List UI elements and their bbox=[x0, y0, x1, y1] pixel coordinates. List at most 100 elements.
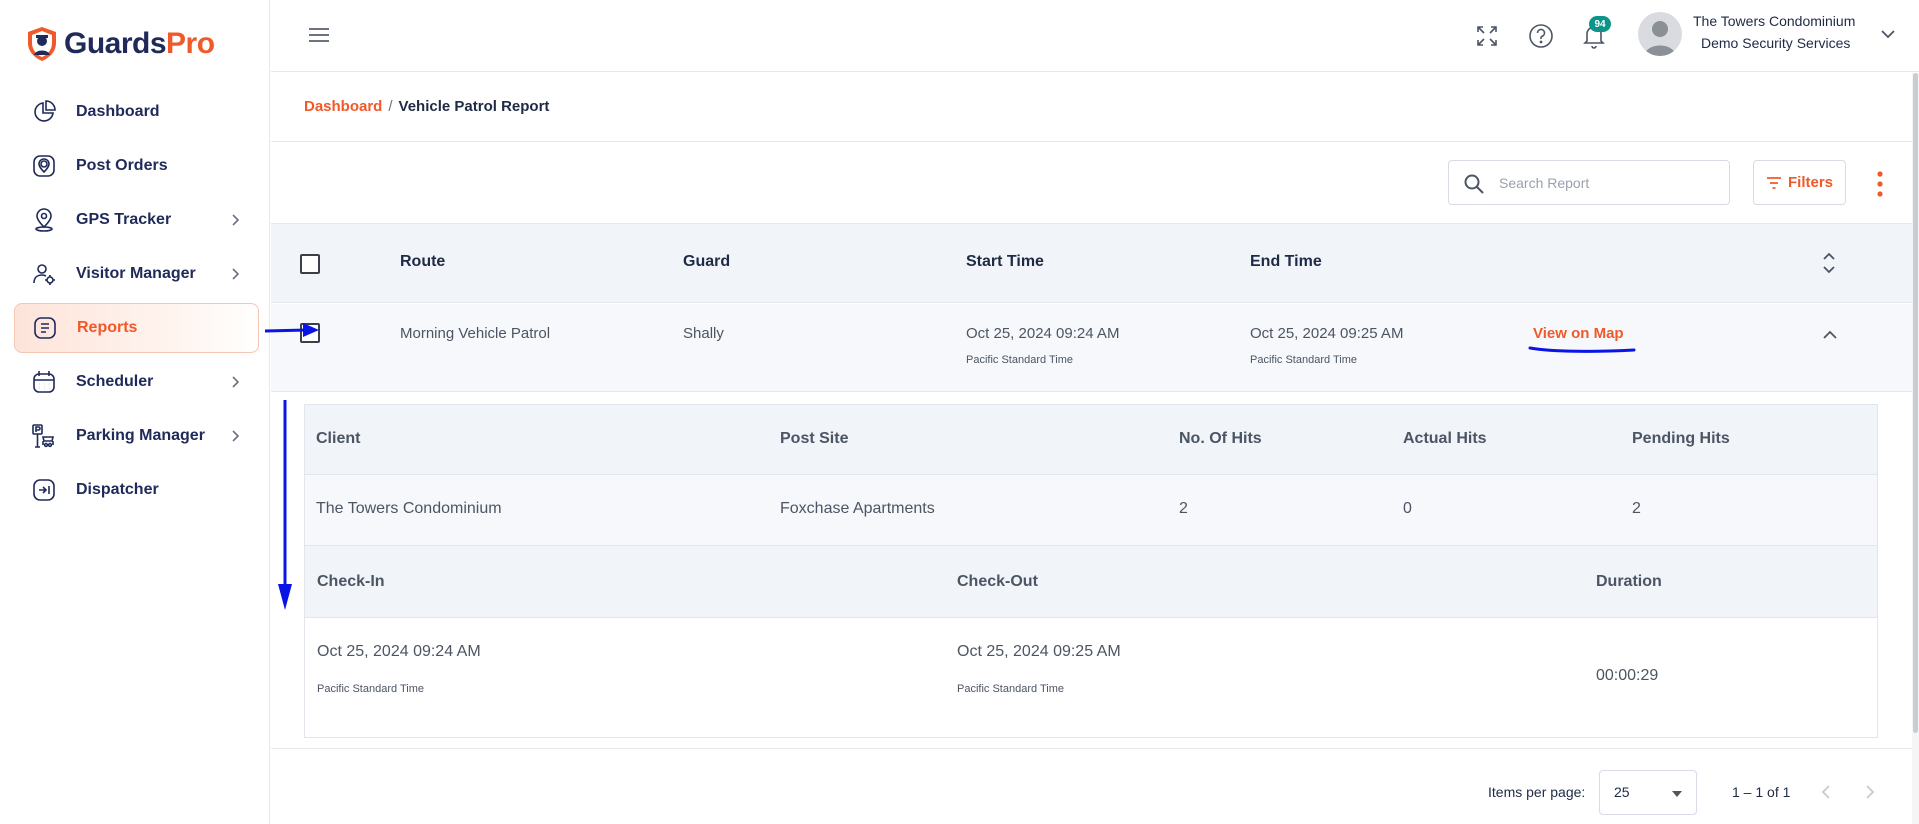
search-box bbox=[1448, 160, 1730, 205]
expand-collapse-all-icon[interactable] bbox=[1821, 250, 1837, 276]
detail-check-in-timezone: Pacific Standard Time bbox=[317, 683, 424, 695]
detail-check-in: Oct 25, 2024 09:24 AM bbox=[317, 643, 481, 660]
map-pin-icon bbox=[30, 206, 58, 234]
dropdown-caret-icon bbox=[1672, 791, 1682, 797]
sidebar-item-gps-tracker[interactable]: GPS Tracker bbox=[14, 195, 259, 245]
detail-header-hits: No. Of Hits bbox=[1179, 430, 1262, 447]
column-header-route[interactable]: Route bbox=[400, 253, 445, 271]
sidebar-item-dispatcher[interactable]: Dispatcher bbox=[14, 465, 259, 515]
search-input[interactable] bbox=[1499, 171, 1719, 195]
sidebar-item-label: Parking Manager bbox=[76, 427, 205, 444]
pagination-range: 1 – 1 of 1 bbox=[1732, 784, 1791, 800]
sidebar-item-label: GPS Tracker bbox=[76, 211, 172, 228]
detail-header-actual-hits: Actual Hits bbox=[1403, 430, 1487, 447]
breadcrumb-link-dashboard[interactable]: Dashboard bbox=[304, 98, 382, 115]
next-page-button[interactable] bbox=[1858, 780, 1882, 804]
items-per-page-label: Items per page: bbox=[1488, 784, 1586, 800]
detail-hits: 2 bbox=[1179, 500, 1188, 517]
annotation-arrow-down bbox=[278, 400, 292, 610]
cell-end-time: Oct 25, 2024 09:25 AM bbox=[1250, 325, 1404, 342]
calendar-icon bbox=[30, 368, 58, 396]
notification-badge: 94 bbox=[1589, 16, 1611, 32]
sidebar: GuardsPro Dashboard Post Orders GPS Trac… bbox=[0, 0, 270, 824]
sidebar-item-scheduler[interactable]: Scheduler bbox=[14, 357, 259, 407]
previous-page-button[interactable] bbox=[1814, 780, 1838, 804]
table-row[interactable]: Morning Vehicle Patrol Shally Oct 25, 20… bbox=[271, 304, 1912, 392]
dispatch-icon bbox=[30, 476, 58, 504]
sidebar-item-parking-manager[interactable]: Parking Manager bbox=[14, 411, 259, 461]
view-on-map-link[interactable]: View on Map bbox=[1533, 325, 1624, 342]
sidebar-item-dashboard[interactable]: Dashboard bbox=[14, 87, 259, 137]
sidebar-item-label: Scheduler bbox=[76, 373, 154, 390]
chevron-right-icon bbox=[232, 214, 240, 226]
detail-client: The Towers Condominium bbox=[316, 500, 502, 517]
row-checkbox[interactable] bbox=[300, 323, 320, 343]
parking-icon bbox=[30, 422, 58, 450]
breadcrumb: Dashboard / Vehicle Patrol Report bbox=[304, 98, 549, 115]
more-options-icon[interactable] bbox=[1872, 170, 1888, 198]
sidebar-item-label: Dispatcher bbox=[76, 481, 159, 498]
select-all-checkbox[interactable] bbox=[300, 254, 320, 274]
breadcrumb-separator: / bbox=[388, 98, 393, 115]
detail-header-duration: Duration bbox=[1596, 573, 1662, 590]
sidebar-item-label: Post Orders bbox=[76, 157, 168, 174]
filters-label: Filters bbox=[1787, 174, 1833, 191]
column-header-end-time[interactable]: End Time bbox=[1250, 253, 1322, 271]
items-per-page-value: 25 bbox=[1614, 784, 1630, 800]
user-name[interactable]: The Towers Condominium bbox=[1693, 13, 1855, 29]
row-detail-panel: Client Post Site No. Of Hits Actual Hits… bbox=[304, 404, 1878, 738]
checkpoint-header-row: Check-In Check-Out Duration bbox=[305, 546, 1877, 618]
detail-check-out: Oct 25, 2024 09:25 AM bbox=[957, 643, 1121, 660]
logo[interactable]: GuardsPro bbox=[26, 26, 215, 62]
sidebar-item-reports[interactable]: Reports bbox=[14, 303, 259, 353]
cell-guard: Shally bbox=[683, 325, 724, 342]
page-scrollbar[interactable] bbox=[1912, 73, 1919, 824]
fullscreen-icon[interactable] bbox=[1473, 22, 1501, 50]
items-per-page-select[interactable]: 25 bbox=[1599, 770, 1697, 815]
pie-chart-icon bbox=[30, 98, 58, 126]
chevron-right-icon bbox=[1866, 785, 1875, 799]
footer-divider bbox=[271, 748, 1912, 749]
detail-actual-hits: 0 bbox=[1403, 500, 1412, 517]
detail-pending-hits: 2 bbox=[1632, 500, 1641, 517]
detail-header-check-in: Check-In bbox=[317, 573, 385, 590]
sidebar-item-label: Reports bbox=[77, 319, 138, 336]
cell-start-time: Oct 25, 2024 09:24 AM bbox=[966, 325, 1120, 342]
pin-icon bbox=[30, 152, 58, 180]
hamburger-menu-icon[interactable] bbox=[307, 24, 331, 46]
detail-header-pending-hits: Pending Hits bbox=[1632, 430, 1730, 447]
sidebar-item-visitor-manager[interactable]: Visitor Manager bbox=[14, 249, 259, 299]
column-header-guard[interactable]: Guard bbox=[683, 253, 730, 271]
avatar[interactable] bbox=[1638, 12, 1682, 56]
detail-values-row: The Towers Condominium Foxchase Apartmen… bbox=[305, 475, 1877, 546]
scrollbar-thumb[interactable] bbox=[1913, 73, 1918, 733]
detail-post-site: Foxchase Apartments bbox=[780, 500, 935, 517]
help-icon[interactable] bbox=[1527, 22, 1555, 50]
cell-start-timezone: Pacific Standard Time bbox=[966, 354, 1073, 366]
sidebar-item-label: Dashboard bbox=[76, 103, 160, 120]
sidebar-item-post-orders[interactable]: Post Orders bbox=[14, 141, 259, 191]
sidebar-nav: Dashboard Post Orders GPS Tracker Visito… bbox=[14, 87, 259, 519]
chevron-left-icon bbox=[1821, 785, 1830, 799]
chevron-right-icon bbox=[232, 376, 240, 388]
filters-button[interactable]: Filters bbox=[1753, 160, 1846, 205]
chevron-right-icon bbox=[232, 430, 240, 442]
user-org[interactable]: Demo Security Services bbox=[1701, 35, 1850, 51]
filter-icon bbox=[1766, 176, 1781, 189]
chevron-up-icon[interactable] bbox=[1822, 328, 1838, 342]
checkpoint-values-row: Oct 25, 2024 09:24 AM Pacific Standard T… bbox=[305, 618, 1877, 737]
detail-header-check-out: Check-Out bbox=[957, 573, 1038, 590]
shield-logo-icon bbox=[28, 27, 56, 61]
topbar: 94 The Towers Condominium Demo Security … bbox=[271, 0, 1919, 72]
breadcrumb-current: Vehicle Patrol Report bbox=[398, 98, 550, 115]
cell-end-timezone: Pacific Standard Time bbox=[1250, 354, 1357, 366]
sidebar-item-label: Visitor Manager bbox=[76, 265, 196, 282]
column-header-start-time[interactable]: Start Time bbox=[966, 253, 1044, 271]
detail-duration: 00:00:29 bbox=[1596, 667, 1659, 684]
document-icon bbox=[31, 314, 59, 342]
chevron-down-icon[interactable] bbox=[1880, 27, 1896, 41]
chevron-right-icon bbox=[232, 268, 240, 280]
table-header: Route Guard Start Time End Time bbox=[271, 223, 1912, 303]
logo-text: GuardsPro bbox=[64, 27, 215, 60]
search-icon bbox=[1464, 174, 1484, 194]
